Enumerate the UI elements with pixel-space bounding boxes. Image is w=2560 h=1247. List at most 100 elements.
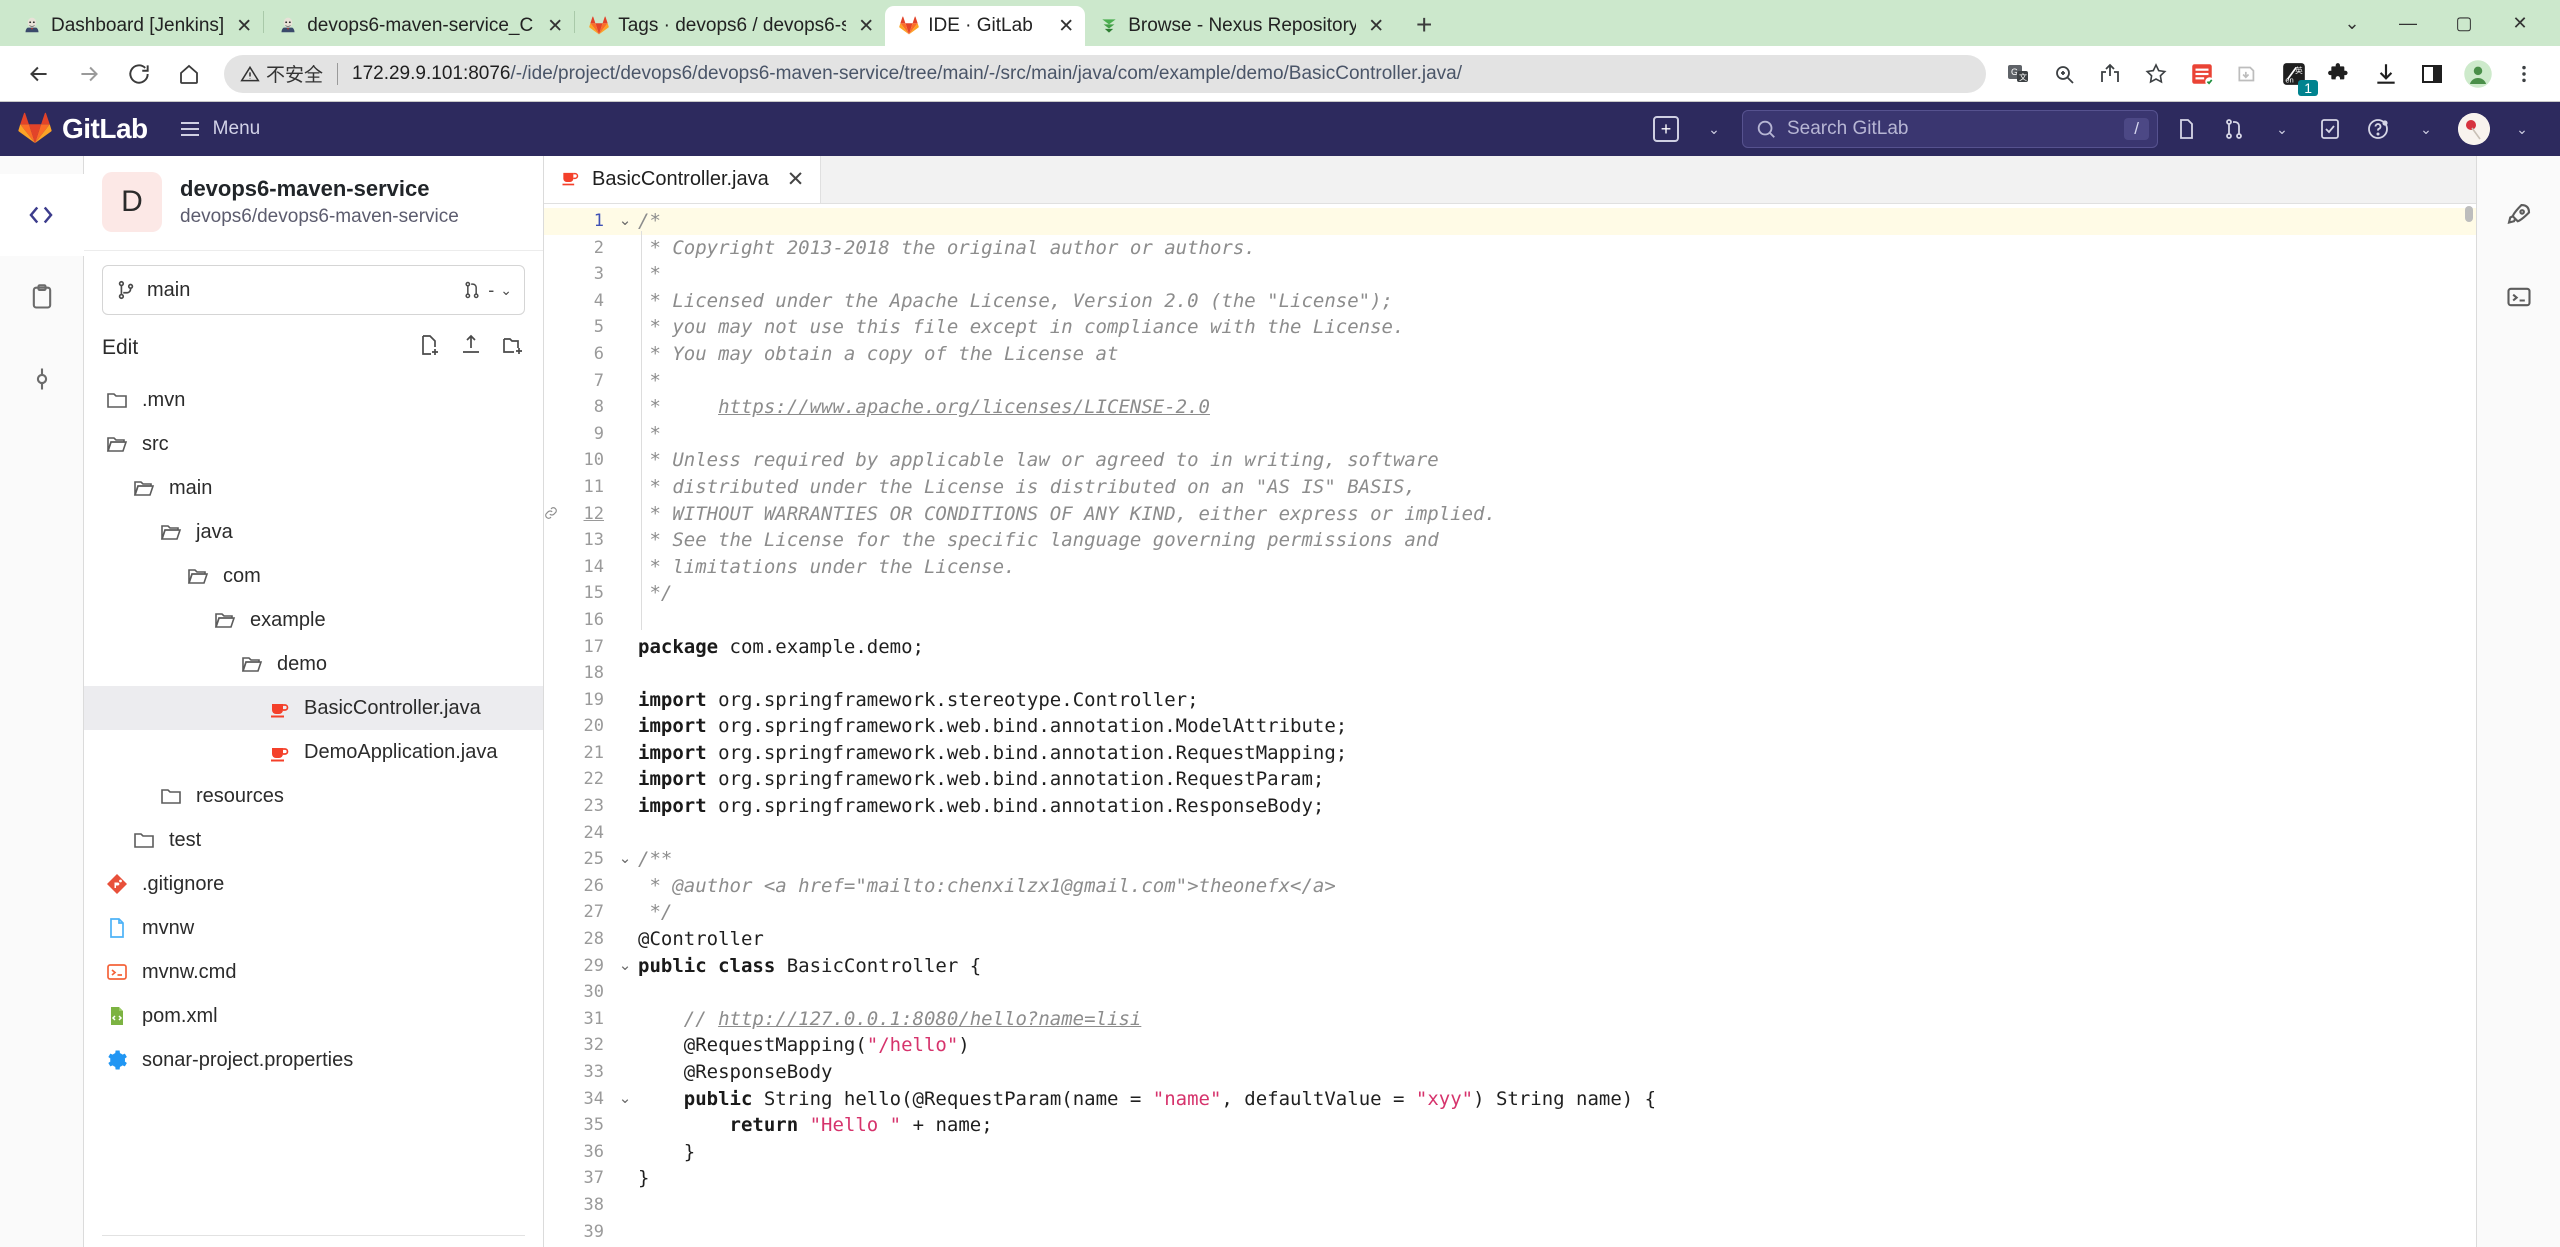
editor-vertical-scrollbar[interactable] <box>2462 204 2476 1247</box>
bookmark-star-icon[interactable] <box>2134 52 2178 96</box>
sidebar-item-edit-mode[interactable] <box>0 174 84 256</box>
branch-selector[interactable]: main - ⌄ <box>102 265 525 315</box>
merge-requests-icon[interactable] <box>2214 109 2254 149</box>
sidepanel-icon[interactable] <box>2410 52 2454 96</box>
close-tab-icon[interactable]: ✕ <box>544 17 566 36</box>
scrollbar-thumb[interactable] <box>2465 206 2473 222</box>
editor-code-content[interactable]: /* * Copyright 2013-2018 the original au… <box>638 204 2476 1247</box>
tree-item-demoapplication-java[interactable]: DemoApplication.java <box>84 730 543 774</box>
close-icon[interactable]: ✕ <box>787 167 805 192</box>
branch-meta[interactable]: - ⌄ <box>462 280 512 301</box>
glyph-line-11 <box>544 474 564 501</box>
code-editor[interactable]: 1 2 3 4 5 6 7 8 9 10 11 12 13 14 15 16 17 18 19 20 21 22 23 24 2… <box>544 204 2476 1247</box>
line-number-39: 39 <box>583 1221 604 1242</box>
tree-item-label: demo <box>277 652 328 675</box>
tree-item-sonar-project-properties[interactable]: sonar-project.properties <box>84 1038 543 1082</box>
new-file-icon[interactable] <box>417 333 441 362</box>
editor-fold-margin[interactable]: ⌄ ⌄ ⌄ ⌄ <box>612 204 638 1247</box>
project-name: devops6-maven-service <box>180 176 430 202</box>
editor-tab-basiccontroller[interactable]: BasicController.java ✕ <box>544 156 822 203</box>
browser-more-icon[interactable]: ⌄ <box>2324 0 2380 46</box>
download-icon[interactable] <box>2364 52 2408 96</box>
tree-item-com[interactable]: com <box>84 554 543 598</box>
browser-tab-1[interactable]: devops6-maven-service_CI [Je ✕ <box>264 6 574 46</box>
tree-item-example[interactable]: example <box>84 598 543 642</box>
plain-file-icon <box>104 915 130 941</box>
address-bar[interactable]: 不安全 172.29.9.101:8076/-/ide/project/devo… <box>224 54 1986 93</box>
browser-tab-4[interactable]: Browse - Nexus Repository Ma ✕ <box>1085 6 1395 46</box>
new-tab-button[interactable]: + <box>1405 6 1443 44</box>
tree-item-mvnw-cmd[interactable]: mvnw.cmd <box>84 950 543 994</box>
tree-item--mvn[interactable]: .mvn <box>84 378 543 422</box>
back-button[interactable] <box>14 49 64 99</box>
translate-icon[interactable]: G文 <box>1996 52 2040 96</box>
reload-button[interactable] <box>114 49 164 99</box>
chrome-menu-icon[interactable] <box>2502 52 2546 96</box>
reading-list-icon[interactable] <box>2180 52 2224 96</box>
sidebar-item-commit-mode[interactable] <box>0 338 84 420</box>
fold-marker-29[interactable]: ⌄ <box>612 953 638 980</box>
chevron-down-icon[interactable]: ⌄ <box>619 957 632 974</box>
save-page-icon[interactable] <box>2226 52 2270 96</box>
chevron-down-icon[interactable]: ⌄ <box>619 212 632 229</box>
code-line-33: @ResponseBody <box>638 1061 833 1083</box>
browser-tab-3[interactable]: IDE · GitLab ✕ <box>885 6 1086 46</box>
help-caret[interactable]: ⌄ <box>2406 109 2446 149</box>
tree-item-basiccontroller-java[interactable]: BasicController.java <box>84 686 543 730</box>
tree-item-pom-xml[interactable]: pom.xml <box>84 994 543 1038</box>
share-icon[interactable] <box>2088 52 2132 96</box>
todos-icon[interactable] <box>2310 109 2350 149</box>
close-tab-icon[interactable]: ✕ <box>233 17 255 36</box>
fold-marker-25[interactable]: ⌄ <box>612 846 638 873</box>
new-folder-icon[interactable] <box>501 333 525 362</box>
sidebar-item-review-mode[interactable] <box>0 256 84 338</box>
tree-item-test[interactable]: test <box>84 818 543 862</box>
tree-item-mvnw[interactable]: mvnw <box>84 906 543 950</box>
close-tab-icon[interactable]: ✕ <box>1055 17 1077 36</box>
tree-item-main[interactable]: main <box>84 466 543 510</box>
line-number-10: 10 <box>583 450 604 471</box>
tree-item-demo[interactable]: demo <box>84 642 543 686</box>
tree-item-resources[interactable]: resources <box>84 774 543 818</box>
zoom-icon[interactable] <box>2042 52 2086 96</box>
editor-tabbar: BasicController.java ✕ <box>544 156 2476 204</box>
pipelines-button[interactable] <box>2477 174 2560 256</box>
gitlab-home-link[interactable]: GitLab <box>18 112 148 146</box>
create-new-button[interactable]: + <box>1646 109 1686 149</box>
minimize-button[interactable]: — <box>2380 0 2436 46</box>
menu-label: Menu <box>212 118 261 139</box>
chevron-down-icon[interactable]: ⌄ <box>619 1090 632 1107</box>
home-button[interactable] <box>164 49 214 99</box>
url-host: 172.29.9.101:8076 <box>352 62 511 84</box>
sidebar-footer-divider <box>102 1235 525 1247</box>
close-tab-icon[interactable]: ✕ <box>1365 17 1387 36</box>
tree-item-src[interactable]: src <box>84 422 543 466</box>
tree-item-java[interactable]: java <box>84 510 543 554</box>
tree-item--gitignore[interactable]: .gitignore <box>84 862 543 906</box>
create-new-caret[interactable]: ⌄ <box>1694 109 1734 149</box>
user-menu-caret[interactable]: ⌄ <box>2502 109 2542 149</box>
fold-marker-34[interactable]: ⌄ <box>612 1086 638 1113</box>
chevron-down-icon[interactable]: ⌄ <box>619 850 632 867</box>
user-avatar-icon[interactable] <box>2454 109 2494 149</box>
security-warning[interactable]: 不安全 <box>240 60 323 87</box>
browser-tab-title: IDE · GitLab <box>928 15 1033 36</box>
terminal-button[interactable] <box>2477 256 2560 338</box>
fold-marker-1[interactable]: ⌄ <box>612 208 638 235</box>
close-tab-icon[interactable]: ✕ <box>855 17 877 36</box>
code-line-21: import org.springframework.web.bind.anno… <box>638 741 1348 764</box>
profile-avatar-icon[interactable] <box>2456 52 2500 96</box>
issues-icon[interactable] <box>2166 109 2206 149</box>
search-input[interactable]: Search GitLab / <box>1742 110 2158 148</box>
maximize-button[interactable]: ▢ <box>2436 0 2492 46</box>
merge-requests-caret[interactable]: ⌄ <box>2262 109 2302 149</box>
upload-file-icon[interactable] <box>459 333 483 362</box>
close-window-button[interactable]: ✕ <box>2492 0 2548 46</box>
forward-button[interactable] <box>64 49 114 99</box>
puzzle-extension-icon[interactable] <box>2318 52 2362 96</box>
browser-tab-0[interactable]: Dashboard [Jenkins] ✕ <box>8 6 263 46</box>
main-menu-button[interactable]: Menu <box>178 117 261 141</box>
browser-tab-2[interactable]: Tags · devops6 / devops6-shar ✕ <box>575 6 885 46</box>
translate-extension-icon[interactable]: en 英 1 <box>2272 52 2318 96</box>
help-icon[interactable] <box>2358 109 2398 149</box>
